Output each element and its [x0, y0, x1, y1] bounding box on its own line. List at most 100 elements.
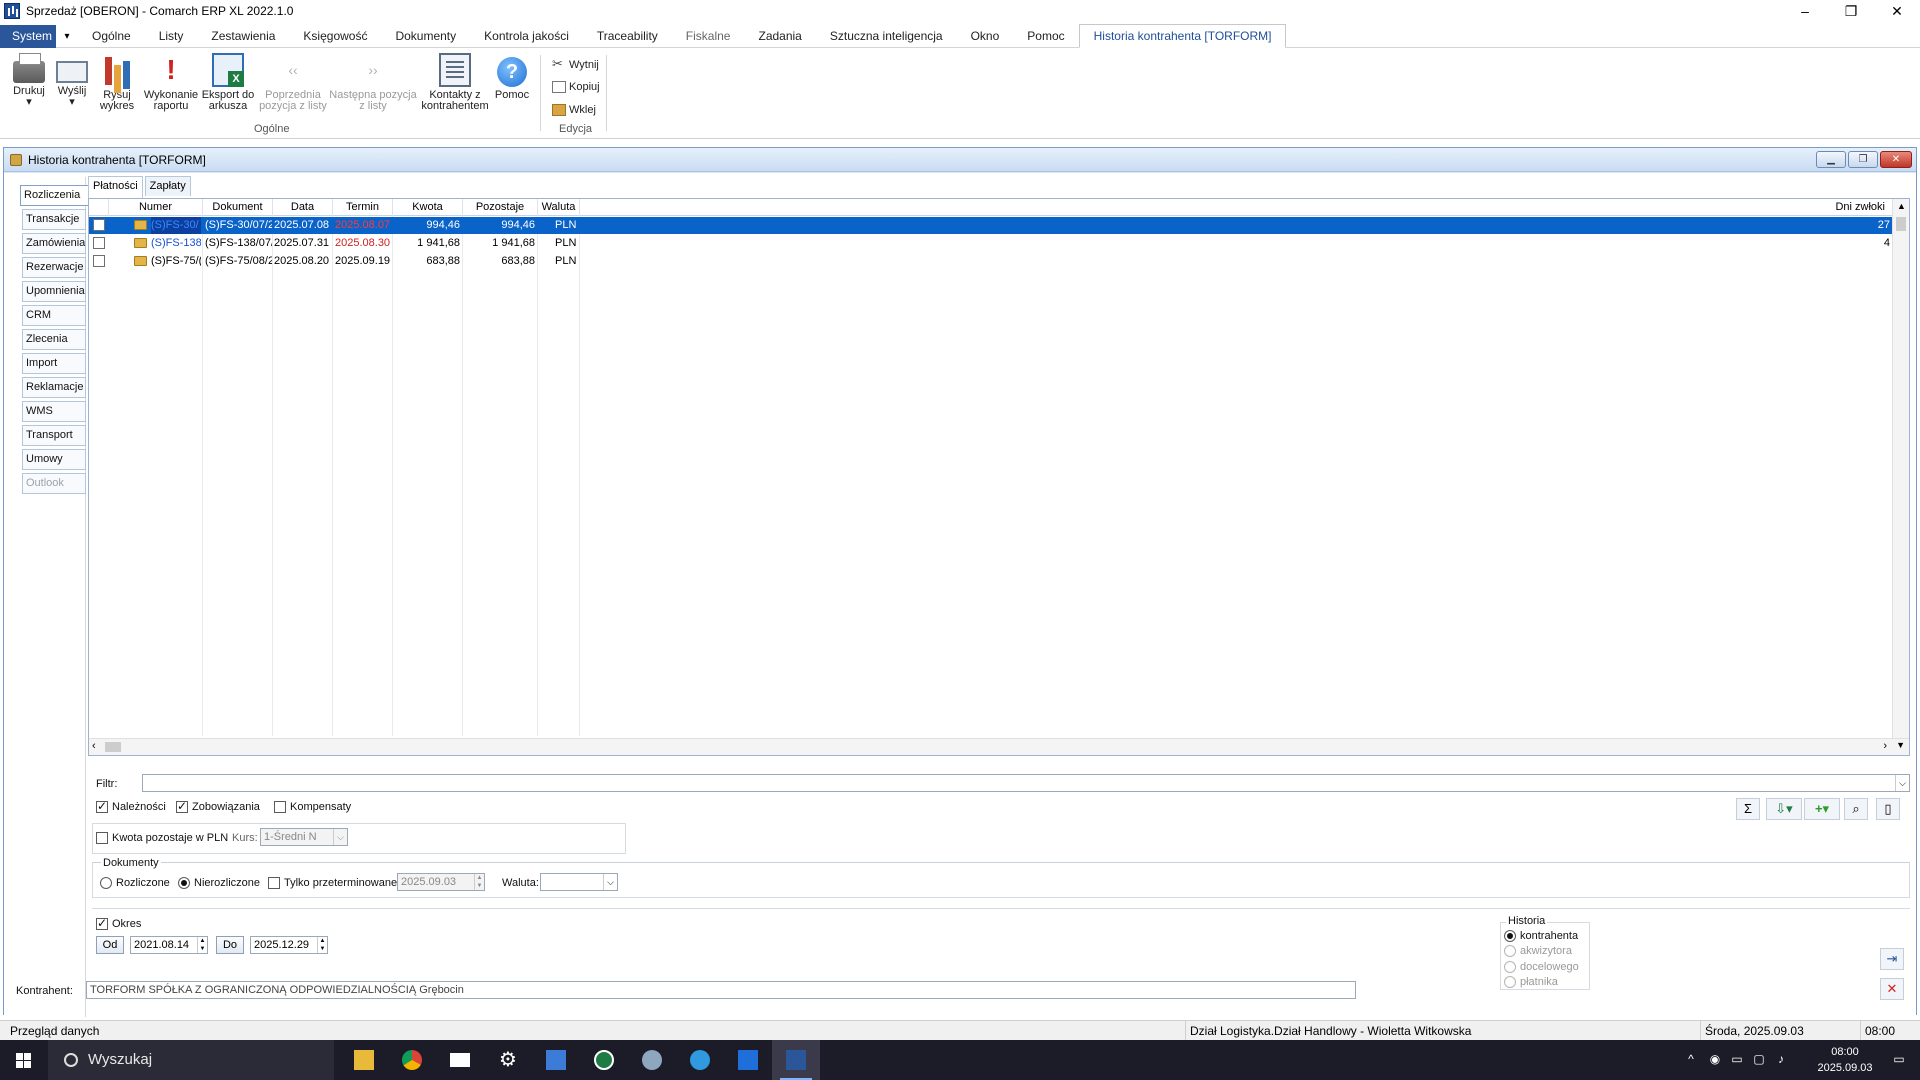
table-row[interactable]: (S)FS-138 (S)FS-138/07/2 2025.07.31 2025…	[89, 235, 1894, 252]
paste-button[interactable]: Wklej	[552, 104, 596, 116]
row-checkbox[interactable]	[93, 219, 105, 231]
menu-window[interactable]: Okno	[957, 25, 1014, 48]
horizontal-scrollbar[interactable]: ‹ › ▼	[89, 738, 1909, 755]
chevron-up-icon[interactable]: ^	[1684, 1052, 1698, 1066]
remote-app-icon[interactable]	[724, 1040, 772, 1080]
menu-tab-contractor-history[interactable]: Historia kontrahenta [TORFORM]	[1078, 24, 1287, 48]
add-icon[interactable]: +▾	[1804, 798, 1840, 820]
erp-app-icon[interactable]	[772, 1040, 820, 1080]
menu-quality[interactable]: Kontrola jakości	[470, 25, 583, 48]
nav-contracts[interactable]: Umowy	[22, 449, 86, 470]
sum-icon[interactable]: Σ	[1736, 798, 1760, 820]
globe-app-icon[interactable]	[676, 1040, 724, 1080]
display-icon[interactable]: ▢	[1752, 1052, 1766, 1066]
amount-pln-checkbox[interactable]	[96, 832, 108, 844]
calculator-app-icon[interactable]	[532, 1040, 580, 1080]
window-app-icon[interactable]	[436, 1040, 484, 1080]
nav-crm[interactable]: CRM	[22, 305, 86, 326]
child-close-icon[interactable]: ✕	[1880, 151, 1912, 168]
send-button[interactable]: Wyślij ▾	[53, 53, 91, 108]
cancel-icon[interactable]: ✕	[1880, 978, 1904, 1000]
from-date-button[interactable]: Od	[96, 936, 124, 954]
header-due-date[interactable]: Termin	[333, 199, 393, 216]
overdue-date-field[interactable]: 2025.09.03 ▲ ▼	[397, 873, 485, 891]
nav-work-orders[interactable]: Zlecenia	[22, 329, 86, 350]
volume-muted-icon[interactable]: ♪	[1774, 1052, 1788, 1066]
nav-reservations[interactable]: Rezerwacje	[22, 257, 86, 278]
history-contractor-radio[interactable]	[1504, 930, 1516, 942]
scroll-thumb[interactable]	[1896, 217, 1906, 231]
history-target-radio[interactable]	[1504, 961, 1516, 973]
header-remaining[interactable]: Pozostaje	[463, 199, 538, 216]
chevron-down-icon[interactable]: ⌵	[1895, 775, 1909, 791]
scroll-down-icon[interactable]: ▼	[1896, 740, 1905, 750]
history-agent-radio[interactable]	[1504, 945, 1516, 957]
overdue-only-checkbox[interactable]	[268, 877, 280, 889]
receivables-checkbox[interactable]	[96, 799, 108, 813]
tray-app-icon[interactable]: ◉	[1708, 1052, 1722, 1066]
filter-input[interactable]: ⌵	[142, 774, 1910, 792]
unsettled-radio[interactable]	[178, 877, 190, 889]
menu-fiscal[interactable]: Fiskalne	[672, 25, 745, 48]
scroll-thumb[interactable]	[105, 742, 121, 752]
header-number[interactable]: Numer	[109, 199, 203, 216]
tab-payments[interactable]: Płatności	[88, 176, 143, 198]
run-report-button[interactable]: ! Wykonanie raportu	[142, 53, 200, 112]
taskbar-search[interactable]: Wyszukaj	[48, 1040, 334, 1080]
currency-select[interactable]: ⌵	[540, 873, 618, 891]
print-button[interactable]: Drukuj ▾	[8, 53, 50, 108]
restore-icon[interactable]: ❐	[1828, 0, 1874, 22]
quick-access-dropdown-icon[interactable]: ▾	[56, 31, 78, 42]
file-explorer-icon[interactable]	[340, 1040, 388, 1080]
liabilities-checkbox[interactable]	[176, 799, 188, 813]
nav-transport[interactable]: Transport	[22, 425, 86, 446]
nav-import[interactable]: Import	[22, 353, 86, 374]
to-date-button[interactable]: Do	[216, 936, 244, 954]
export-sheet-button[interactable]: Eksport do arkusza	[200, 53, 256, 112]
next-item-button[interactable]: ›› Następna pozycja z listy	[329, 53, 417, 112]
table-row[interactable]: (S)FS-75/( (S)FS-75/08/25 2025.08.20 202…	[89, 253, 1894, 270]
nav-settlements[interactable]: Rozliczenia	[20, 185, 90, 206]
pin-icon[interactable]: ⇥	[1880, 948, 1904, 970]
vertical-scrollbar[interactable]: ▲	[1892, 199, 1909, 739]
nav-outlook[interactable]: Outlook	[22, 473, 86, 494]
cut-button[interactable]: Wytnij	[552, 56, 599, 72]
header-days-overdue[interactable]: Dni zwłoki	[1829, 199, 1893, 216]
comarch-app-icon[interactable]	[580, 1040, 628, 1080]
notifications-icon[interactable]: ▭	[1892, 1052, 1906, 1066]
spinner-icon[interactable]: ▲ ▼	[317, 937, 327, 953]
from-date-field[interactable]: 2021.08.14 ▲ ▼	[130, 936, 208, 954]
scroll-right-icon[interactable]: ›	[1883, 740, 1887, 752]
minimize-icon[interactable]: –	[1782, 0, 1828, 22]
spinner-icon[interactable]: ▲ ▼	[197, 937, 207, 953]
header-currency[interactable]: Waluta	[538, 199, 580, 216]
contractor-field[interactable]: TORFORM SPÓŁKA Z OGRANICZONĄ ODPOWIEDZIA…	[86, 981, 1356, 999]
menu-reports[interactable]: Zestawienia	[197, 25, 289, 48]
chevron-down-icon[interactable]: ⌵	[333, 829, 347, 845]
menu-accounting[interactable]: Księgowość	[289, 25, 381, 48]
nav-transactions[interactable]: Transakcje	[22, 209, 86, 230]
menu-system[interactable]: System	[0, 24, 56, 48]
previous-item-button[interactable]: ‹‹ Poprzednia pozycja z listy	[258, 53, 328, 112]
menu-general[interactable]: Ogólne	[78, 25, 145, 48]
menu-ai[interactable]: Sztuczna inteligencja	[816, 25, 957, 48]
table-row[interactable]: (S)FS-30/ (S)FS-30/07/25 2025.07.08 2025…	[89, 217, 1894, 234]
to-date-field[interactable]: 2025.12.29 ▲ ▼	[250, 936, 328, 954]
header-amount[interactable]: Kwota	[393, 199, 463, 216]
close-icon[interactable]: ✕	[1874, 0, 1920, 22]
export-grid-icon[interactable]: ⇩▾	[1766, 798, 1802, 820]
scroll-left-icon[interactable]: ‹	[92, 740, 96, 752]
delete-icon[interactable]: ▯	[1876, 798, 1900, 820]
menu-tasks[interactable]: Zadania	[744, 25, 815, 48]
start-windows-icon[interactable]	[0, 1040, 48, 1080]
copy-button[interactable]: Kopiuj	[552, 81, 600, 93]
history-payer-radio[interactable]	[1504, 976, 1516, 988]
magnifier-icon[interactable]: ⌕	[1844, 798, 1868, 820]
child-minimize-icon[interactable]: ▁	[1816, 151, 1846, 168]
chrome-icon[interactable]	[388, 1040, 436, 1080]
tool-app-icon[interactable]	[628, 1040, 676, 1080]
settled-radio[interactable]	[100, 877, 112, 889]
nav-orders[interactable]: Zamówienia	[22, 233, 86, 254]
scroll-up-icon[interactable]: ▲	[1897, 201, 1906, 211]
menu-traceability[interactable]: Traceability	[583, 25, 672, 48]
